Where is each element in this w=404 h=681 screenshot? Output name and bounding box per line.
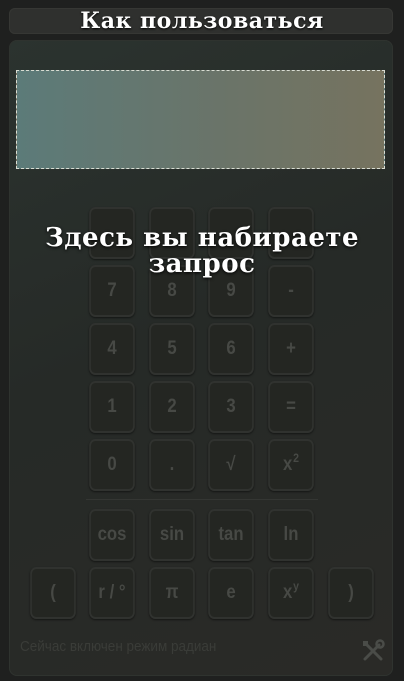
page-title: Как пользоваться [80,8,324,34]
key-sqrt[interactable]: √ [208,439,254,491]
key-decimal[interactable]: . [149,439,195,491]
key-0[interactable]: 0 [89,439,135,491]
key-open-paren[interactable]: ( [30,567,76,619]
key-sin[interactable]: sin [149,509,195,561]
key-3[interactable]: 3 [208,381,254,433]
key-5[interactable]: 5 [149,323,195,375]
keypad-divider [86,499,318,500]
key-ln[interactable]: ln [268,509,314,561]
key-power-base: x [282,582,293,603]
tutorial-hint: Здесь вы набираете запрос [44,223,360,279]
key-4[interactable]: 4 [89,323,135,375]
key-rad-deg[interactable]: r / ° [89,567,135,619]
key-power-exponent: y [293,579,300,593]
key-plus[interactable]: + [268,323,314,375]
angle-mode-status: Сейчас включен режим радиан [20,638,217,655]
key-square-exponent: 2 [293,451,300,465]
key-2[interactable]: 2 [149,381,195,433]
key-square-base: x [282,454,293,475]
key-1[interactable]: 1 [89,381,135,433]
key-square[interactable]: x2 [268,439,314,491]
key-close-paren[interactable]: ) [328,567,374,619]
key-6[interactable]: 6 [208,323,254,375]
key-cos[interactable]: cos [89,509,135,561]
key-power[interactable]: xy [268,567,314,619]
query-display[interactable] [16,70,385,169]
tools-icon[interactable] [360,638,386,664]
key-pi[interactable]: π [149,567,195,619]
key-tan[interactable]: tan [208,509,254,561]
key-e[interactable]: e [208,567,254,619]
key-equals[interactable]: = [268,381,314,433]
